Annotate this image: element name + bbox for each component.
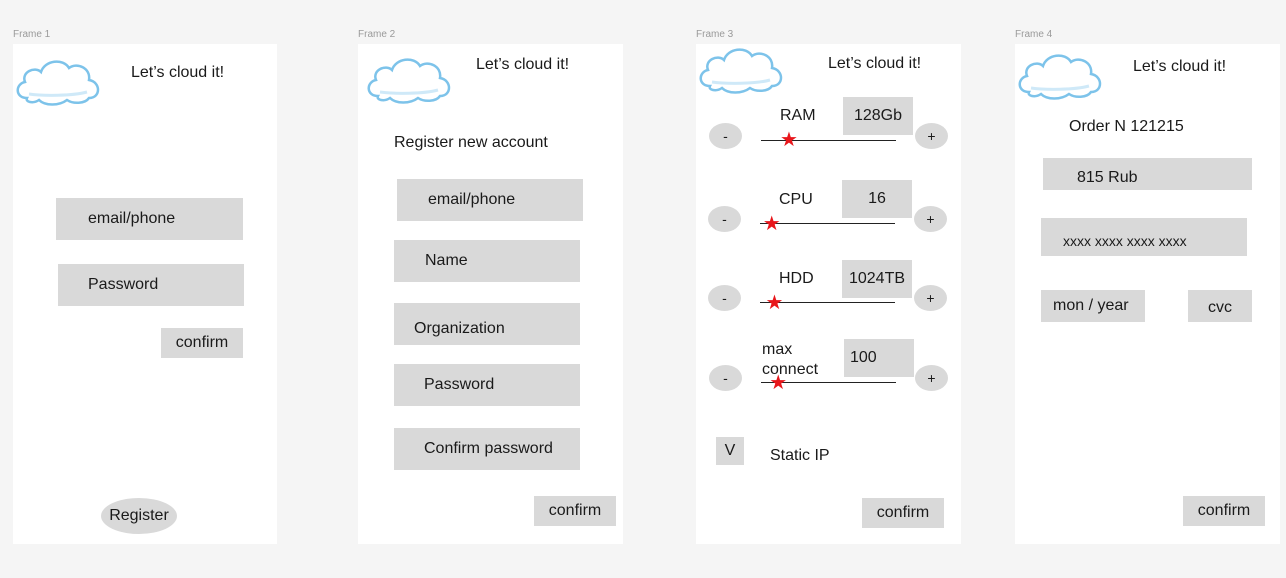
frame-3-config: Let’s cloud it! - RAM 128Gb ★ + - CPU 16… xyxy=(696,44,961,544)
cpu-value[interactable]: 16 xyxy=(842,180,912,218)
email-phone-input[interactable]: email/phone xyxy=(397,179,583,221)
frame-2-label: Frame 2 xyxy=(358,29,396,40)
payment-confirm-button[interactable]: confirm xyxy=(1183,496,1265,526)
cloud-logo-icon xyxy=(1018,54,1102,100)
ram-slider-handle[interactable]: ★ xyxy=(780,130,798,150)
app-title: Let’s cloud it! xyxy=(1133,58,1227,75)
cloud-logo-icon xyxy=(367,58,451,104)
cloud-logo-icon xyxy=(16,60,100,106)
hdd-slider-handle[interactable]: ★ xyxy=(766,293,784,313)
order-number: Order N 121215 xyxy=(1069,118,1184,135)
hdd-increase-button[interactable]: + xyxy=(914,285,947,311)
hdd-value[interactable]: 1024TB xyxy=(842,260,912,298)
ram-decrease-button[interactable]: - xyxy=(709,123,742,149)
password-input[interactable]: Password xyxy=(58,264,244,306)
static-ip-checkbox[interactable]: V xyxy=(716,437,744,465)
ram-increase-button[interactable]: + xyxy=(915,123,948,149)
frame-2-register: Let’s cloud it! Register new account ema… xyxy=(358,44,623,544)
app-title: Let’s cloud it! xyxy=(828,55,922,72)
hdd-label: HDD xyxy=(779,270,814,287)
max-connect-value[interactable]: 100 xyxy=(844,339,914,377)
register-confirm-button[interactable]: confirm xyxy=(534,496,616,526)
amount-field: 815 Rub xyxy=(1043,158,1252,190)
cloud-logo-icon xyxy=(699,48,783,94)
card-number-input[interactable]: xxxx xxxx xxxx xxxx xyxy=(1041,218,1247,256)
frame-3-label: Frame 3 xyxy=(696,29,734,40)
max-connect-decrease-button[interactable]: - xyxy=(709,365,742,391)
login-confirm-button[interactable]: confirm xyxy=(161,328,243,358)
frame-1-login: Let’s cloud it! email/phone Password con… xyxy=(13,44,277,544)
cpu-label: CPU xyxy=(779,191,813,208)
confirm-password-input[interactable]: Confirm password xyxy=(394,428,580,470)
organization-input[interactable]: Organization xyxy=(394,303,580,345)
frame-1-label: Frame 1 xyxy=(13,29,51,40)
register-heading: Register new account xyxy=(394,134,548,151)
ram-label: RAM xyxy=(780,107,816,124)
cpu-decrease-button[interactable]: - xyxy=(708,206,741,232)
app-title: Let’s cloud it! xyxy=(131,64,225,81)
hdd-decrease-button[interactable]: - xyxy=(708,285,741,311)
frame-4-payment: Let’s cloud it! Order N 121215 815 Rub x… xyxy=(1015,44,1280,544)
register-button[interactable]: Register xyxy=(101,498,177,534)
max-connect-increase-button[interactable]: + xyxy=(915,365,948,391)
max-connect-slider-handle[interactable]: ★ xyxy=(769,373,787,393)
expiry-input[interactable]: mon / year xyxy=(1041,290,1145,322)
cpu-increase-button[interactable]: + xyxy=(914,206,947,232)
app-title: Let’s cloud it! xyxy=(476,56,570,73)
config-confirm-button[interactable]: confirm xyxy=(862,498,944,528)
cpu-slider-handle[interactable]: ★ xyxy=(763,214,781,234)
ram-value[interactable]: 128Gb xyxy=(843,97,913,135)
static-ip-label: Static IP xyxy=(770,447,830,464)
cvc-input[interactable]: cvc xyxy=(1188,290,1252,322)
email-phone-input[interactable]: email/phone xyxy=(56,198,243,240)
password-input[interactable]: Password xyxy=(394,364,580,406)
name-input[interactable]: Name xyxy=(394,240,580,282)
frame-4-label: Frame 4 xyxy=(1015,29,1053,40)
